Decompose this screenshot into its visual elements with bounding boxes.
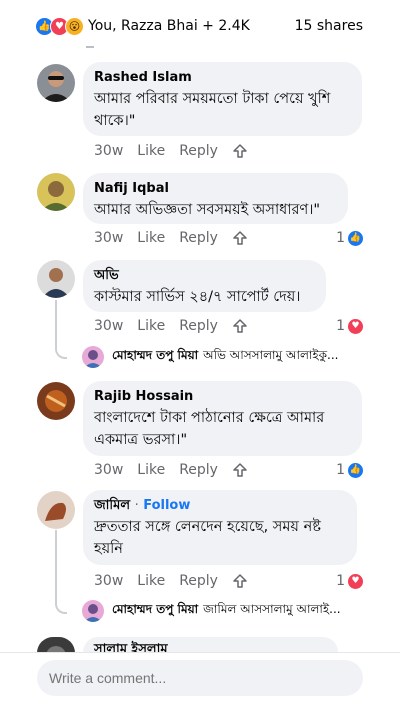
reaction-count[interactable]: 1 ♥	[336, 318, 363, 334]
reply-button[interactable]: Reply	[179, 573, 218, 589]
avatar[interactable]	[37, 637, 75, 653]
comment-text: কাস্টমার সার্ভিস ২৪/৭ সাপোর্ট দেয়।	[94, 289, 301, 305]
comment-time[interactable]: 30w	[94, 573, 123, 589]
reply-author: মোহাম্মদ তপু মিয়া	[112, 348, 199, 362]
reaction-count[interactable]: 1 ♥	[336, 573, 363, 589]
share-icon[interactable]	[232, 573, 248, 589]
reply-thread-line	[55, 300, 67, 359]
comment-time[interactable]: 30w	[94, 318, 123, 334]
reply-avatar	[82, 346, 104, 368]
like-button[interactable]: Like	[137, 230, 165, 246]
avatar[interactable]	[37, 382, 75, 420]
thread-stub	[86, 42, 94, 48]
commenter-name-row: জামিল · Follow	[94, 497, 345, 514]
comment-time[interactable]: 30w	[94, 230, 123, 246]
comment-text: দ্রুততার সঙ্গে লেনদেন হয়েছে, সময় নষ্ট …	[94, 519, 321, 557]
reply-text: অভি আসসালামু আলাইকু...	[203, 348, 339, 362]
reply-button[interactable]: Reply	[179, 462, 218, 478]
commenter-name[interactable]: Nafij Iqbal	[94, 180, 336, 197]
reaction-count-number: 1	[336, 573, 345, 589]
comment-bubble: Rajib Hossain বাংলাদেশে টাকা পাঠানোর ক্ষ…	[83, 381, 362, 456]
comment-time[interactable]: 30w	[94, 462, 123, 478]
reactions-summary-bar: 👍 ♥ 😮 You, Razza Bhai + 2.4K 15 shares	[0, 0, 400, 52]
comment-bubble: Rashed Islam আমার পরিবার সময়মতো টাকা পে…	[83, 62, 362, 136]
avatar[interactable]	[37, 173, 75, 211]
avatar[interactable]	[37, 491, 75, 529]
comment-input[interactable]	[37, 660, 363, 696]
shares-count[interactable]: 15 shares	[295, 18, 363, 34]
comment-bubble: সালাম ইসলাম	[83, 637, 338, 652]
commenter-name[interactable]: অভি	[94, 267, 314, 284]
reply-thread-line	[55, 530, 67, 614]
like-button[interactable]: Like	[137, 573, 165, 589]
reaction-count-number: 1	[336, 230, 345, 246]
reply-preview[interactable]: মোহাম্মদ তপু মিয়া অভি আসসালামু আলাইকু..…	[82, 346, 338, 368]
reactions-text: You, Razza Bhai + 2.4K	[88, 18, 250, 34]
commenter-name[interactable]: সালাম ইসলাম	[94, 641, 326, 652]
comment-text: আমার অভিজ্ঞতা সবসময়ই অসাধারণ।"	[94, 202, 321, 218]
comment-actions: 30w Like Reply	[94, 573, 248, 589]
commenter-name[interactable]: Rajib Hossain	[94, 388, 350, 405]
like-button[interactable]: Like	[137, 143, 165, 159]
comment-bubble: Nafij Iqbal আমার অভিজ্ঞতা সবসময়ই অসাধার…	[83, 173, 348, 224]
comment-actions: 30w Like Reply	[94, 143, 248, 159]
like-icon: 👍	[348, 230, 363, 246]
comment-actions: 30w Like Reply	[94, 230, 248, 246]
reply-text: জামিল আসসালামু আলাই...	[203, 602, 341, 616]
reply-preview[interactable]: মোহাম্মদ তপু মিয়া জামিল আসসালামু আলাই..…	[82, 600, 341, 622]
share-icon[interactable]	[232, 462, 248, 478]
wow-icon: 😮	[65, 16, 84, 36]
reaction-count[interactable]: 1 👍	[336, 230, 363, 246]
commenter-name[interactable]: জামিল	[94, 498, 130, 513]
reply-button[interactable]: Reply	[179, 318, 218, 334]
comment-actions: 30w Like Reply	[94, 318, 248, 334]
comment-time[interactable]: 30w	[94, 143, 123, 159]
comment-bubble: অভি কাস্টমার সার্ভিস ২৪/৭ সাপোর্ট দেয়।	[83, 260, 326, 312]
avatar[interactable]	[37, 260, 75, 298]
commenter-name[interactable]: Rashed Islam	[94, 69, 350, 86]
follow-separator: ·	[134, 498, 139, 513]
reaction-count[interactable]: 1 👍	[336, 462, 363, 478]
follow-button[interactable]: Follow	[143, 498, 190, 513]
love-icon: ♥	[348, 573, 363, 589]
reaction-count-number: 1	[336, 462, 345, 478]
reply-button[interactable]: Reply	[179, 230, 218, 246]
comment-bubble: জামিল · Follow দ্রুততার সঙ্গে লেনদেন হয়…	[83, 490, 357, 565]
composer-divider	[0, 652, 400, 653]
share-icon[interactable]	[232, 143, 248, 159]
reaction-icons: 👍 ♥ 😮	[35, 16, 84, 36]
share-icon[interactable]	[232, 318, 248, 334]
comment-text: বাংলাদেশে টাকা পাঠানোর ক্ষেত্রে আমার একম…	[94, 410, 325, 448]
like-button[interactable]: Like	[137, 318, 165, 334]
reply-avatar	[82, 600, 104, 622]
reactions-summary[interactable]: 👍 ♥ 😮 You, Razza Bhai + 2.4K	[35, 16, 250, 36]
share-icon[interactable]	[232, 230, 248, 246]
like-icon: 👍	[348, 462, 363, 478]
reply-author: মোহাম্মদ তপু মিয়া	[112, 602, 199, 616]
comment-text: আমার পরিবার সময়মতো টাকা পেয়ে খুশি থাকে…	[94, 91, 331, 129]
avatar[interactable]	[37, 64, 75, 102]
love-icon: ♥	[348, 318, 363, 334]
like-button[interactable]: Like	[137, 462, 165, 478]
comment-actions: 30w Like Reply	[94, 462, 248, 478]
reaction-count-number: 1	[336, 318, 345, 334]
reply-button[interactable]: Reply	[179, 143, 218, 159]
